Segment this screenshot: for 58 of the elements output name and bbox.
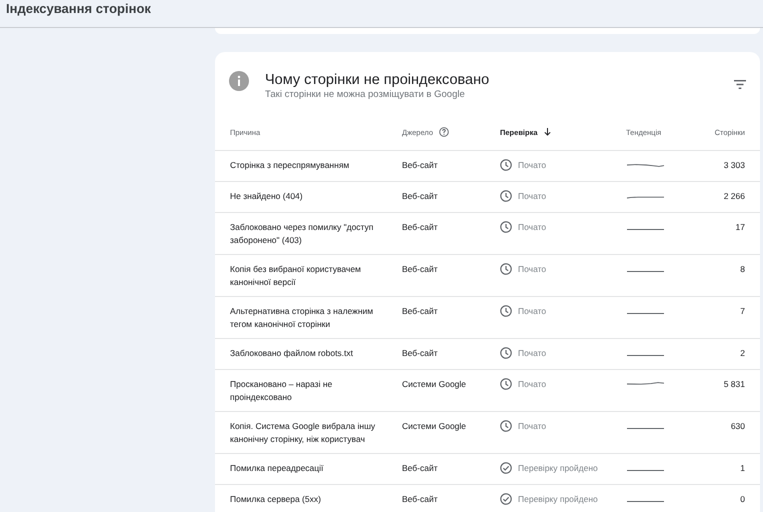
pages-cell-text: 2 266 [722,190,745,202]
pages-cell-text: 630 [730,420,745,432]
card-subtitle: Такі сторінки не можна розміщувати в Google [265,89,466,101]
table-row[interactable]: Копія. Система Google вибрала іншу канонічну сторінку, ніж користувач Системи Google Почато 630 [215,412,760,454]
reason-cell-text: Помилка сервера (5xx) [230,493,322,506]
card-title: Чому сторінки не проіндексовано [265,71,490,89]
pages-cell-text: 5 831 [722,378,745,390]
table-row[interactable]: Сторінка з переспрямуванням Веб-сайт Почато 3 303 [215,151,760,182]
status-text: Перевірку пройдено [518,463,598,473]
status-text: Перевірку пройдено [518,494,598,504]
table-row[interactable]: Проскановано – наразі не проіндексовано Системи Google Почато 5 831 [215,370,760,412]
pages-cell-text: 7 [739,305,745,318]
source-cell-text: Веб-сайт [402,263,439,276]
status-text: Почато [518,348,546,358]
source-cell-text: Веб-сайт [402,305,439,318]
reason-cell-text: Помилка переадресації [230,462,324,474]
source-cell-text: Веб-сайт [402,347,439,360]
reason-cell-text: Копія без вибраної користувачем канонічної версії [230,263,362,288]
table-row[interactable]: Заблоковано через помилку "доступ заборонено" (403) Веб-сайт Почато 17 [215,213,760,255]
source-cell-text: Веб-сайт [402,221,439,234]
trend-line [626,162,666,169]
reason-cell-text: Заблоковано файлом robots.txt [230,347,354,360]
source-cell-text: Веб-сайт [402,493,439,506]
table-row[interactable]: Помилка переадресації Веб-сайт Перевірку пройдено 1 [215,454,760,485]
source-cell-text: Системи Google [402,378,468,390]
source-cell-text: Веб-сайт [402,190,439,202]
status-text: Почато [518,191,546,201]
status-text: Почато [518,264,546,274]
status-text: Почато [518,421,546,431]
reason-cell-text: Сторінка з переспрямуванням [230,159,350,172]
table-row[interactable]: Заблоковано файлом robots.txt Веб-сайт Почато 2 [215,339,760,370]
table-row[interactable]: Помилка сервера (5xx) Веб-сайт Перевірку пройдено 0 [215,485,760,512]
table-row[interactable]: Не знайдено (404) Веб-сайт Почато 2 266 [215,182,760,213]
info-icon [229,71,249,91]
pages-cell-text: 8 [739,263,745,276]
reason-cell-text: Альтернативна сторінка з належним тегом канонічної сторінки [230,305,374,330]
reason-cell-text: Не знайдено (404) [230,190,304,202]
help-icon[interactable] [439,127,449,137]
source-cell-text: Веб-сайт [402,159,439,172]
status-text: Почато [518,379,546,389]
reason-cell-text: Заблоковано через помилку "доступ заборонено" (403) [230,221,374,246]
source-cell-text: Веб-сайт [402,462,439,474]
pages-cell-text: 0 [739,493,745,506]
table-row[interactable]: Копія без вибраної користувачем канонічної версії Веб-сайт Почато 8 [215,255,760,297]
filter-icon[interactable] [734,80,746,89]
status-text: Почато [518,222,546,232]
sort-arrow-icon[interactable] [544,128,551,136]
status-text: Почато [518,160,546,170]
table-row[interactable]: Альтернативна сторінка з належним тегом канонічної сторінки Веб-сайт Почато 7 [215,297,760,339]
reason-cell-text: Копія. Система Google вибрала іншу канонічну сторінку, ніж користувач [230,420,376,445]
page-title: Індексування сторінок [6,1,151,16]
reason-cell-text: Проскановано – наразі не проіндексовано [230,378,334,403]
pages-cell-text: 3 303 [722,159,745,172]
source-cell-text: Системи Google [402,420,468,432]
pages-cell-text: 1 [739,462,745,474]
pages-cell-text: 17 [734,221,745,234]
pages-cell-text: 2 [739,347,745,360]
status-text: Почато [518,306,546,316]
